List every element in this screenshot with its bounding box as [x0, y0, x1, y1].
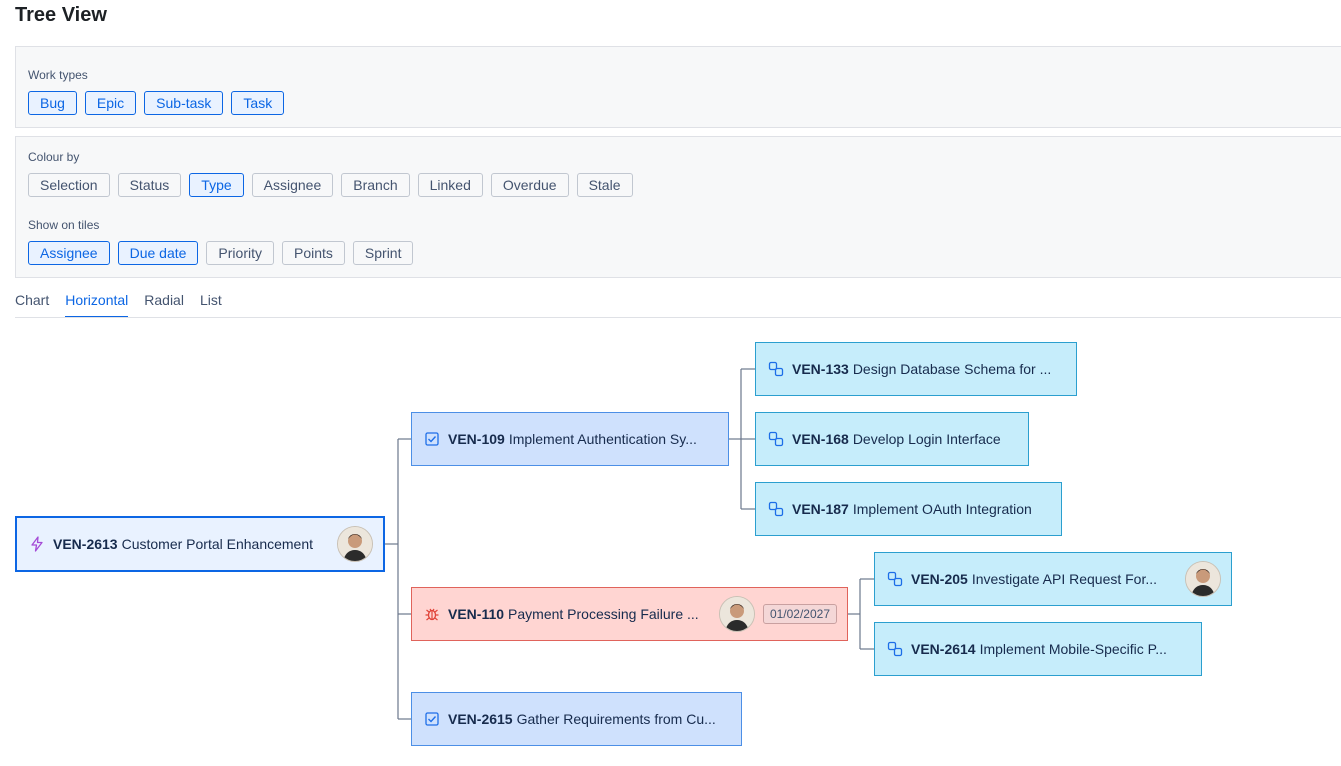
node-key: VEN-2614	[911, 641, 976, 657]
node-key: VEN-133	[792, 361, 849, 377]
node-key: VEN-109	[448, 431, 505, 447]
tree-node-ven-187[interactable]: VEN-187 Implement OAuth Integration	[755, 482, 1062, 536]
tree-node-ven-133[interactable]: VEN-133 Design Database Schema for ...	[755, 342, 1077, 396]
tree-node-ven-168[interactable]: VEN-168 Develop Login Interface	[755, 412, 1029, 466]
task-checkbox-icon	[424, 711, 440, 727]
tree-node-ven-109[interactable]: VEN-109 Implement Authentication Sy...	[411, 412, 729, 466]
node-summary: Design Database Schema for ...	[852, 361, 1052, 377]
node-key: VEN-205	[911, 571, 968, 587]
node-summary: Implement OAuth Integration	[852, 501, 1032, 517]
subtask-icon	[768, 501, 784, 517]
subtask-icon	[887, 571, 903, 587]
node-summary: Gather Requirements from Cu...	[516, 711, 716, 727]
task-checkbox-icon	[424, 431, 440, 447]
avatar	[337, 526, 373, 562]
subtask-icon	[768, 431, 784, 447]
node-summary: Investigate API Request For...	[971, 571, 1158, 587]
node-key: VEN-187	[792, 501, 849, 517]
avatar	[1185, 561, 1221, 597]
tree-node-ven-2613[interactable]: VEN-2613 Customer Portal Enhancement	[15, 516, 385, 572]
node-key: VEN-2613	[53, 536, 118, 552]
node-key: VEN-2615	[448, 711, 513, 727]
tree-node-ven-2615[interactable]: VEN-2615 Gather Requirements from Cu...	[411, 692, 742, 746]
node-summary: Customer Portal Enhancement	[121, 536, 314, 552]
node-summary: Develop Login Interface	[852, 431, 1001, 447]
node-summary: Payment Processing Failure ...	[508, 606, 699, 622]
subtask-icon	[768, 361, 784, 377]
bug-icon	[424, 606, 440, 622]
avatar	[718, 596, 755, 632]
subtask-icon	[887, 641, 903, 657]
epic-lightning-icon	[29, 536, 45, 552]
node-key: VEN-110	[448, 606, 505, 622]
tree-node-ven-2614[interactable]: VEN-2614 Implement Mobile-Specific P...	[874, 622, 1202, 676]
tree-node-ven-205[interactable]: VEN-205 Investigate API Request For...	[874, 552, 1232, 606]
node-summary: Implement Mobile-Specific P...	[979, 641, 1167, 657]
tree-node-ven-110[interactable]: VEN-110 Payment Processing Failure ... 0…	[411, 587, 848, 641]
due-date-badge: 01/02/2027	[762, 604, 837, 624]
node-key: VEN-168	[792, 431, 849, 447]
node-summary: Implement Authentication Sy...	[508, 431, 697, 447]
